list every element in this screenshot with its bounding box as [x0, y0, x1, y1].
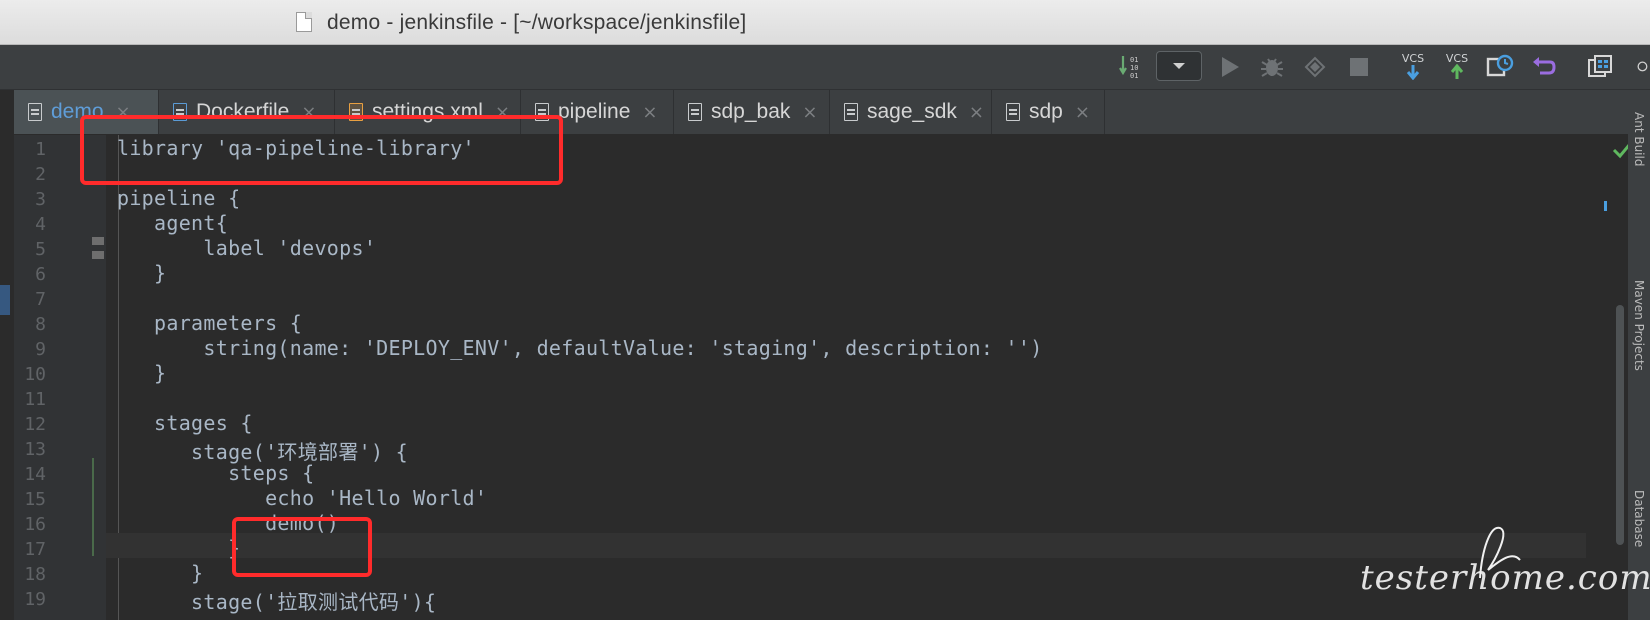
- code-line: }: [117, 361, 167, 385]
- annotation-box-library: [80, 115, 563, 185]
- vcs-commit-button[interactable]: VCS: [1442, 48, 1472, 84]
- run-icon[interactable]: [1217, 54, 1243, 80]
- tab-sdp[interactable]: sdp ×: [992, 90, 1105, 134]
- binary-sort-icon[interactable]: 01 10 01: [1118, 54, 1144, 80]
- vcs-change-bar: [92, 458, 94, 556]
- file-icon: [1006, 103, 1020, 121]
- line-number: 1: [35, 139, 46, 160]
- run-config-dropdown[interactable]: [1156, 51, 1202, 81]
- file-icon: [844, 103, 858, 121]
- line-number: 15: [24, 489, 46, 510]
- revert-icon[interactable]: [1530, 54, 1558, 80]
- vcs-update-button[interactable]: VCS: [1398, 48, 1428, 84]
- arrow-up-icon: [1450, 63, 1464, 79]
- line-number: 10: [24, 364, 46, 385]
- line-number: 4: [35, 214, 46, 235]
- coverage-icon[interactable]: [1301, 54, 1329, 80]
- line-number: 18: [24, 564, 46, 585]
- line-number: 7: [35, 289, 46, 310]
- close-icon[interactable]: ×: [802, 102, 817, 123]
- line-number: 2: [35, 164, 46, 185]
- code-line: }: [117, 261, 167, 285]
- arrow-down-icon: [1406, 64, 1420, 80]
- chevron-down-icon: [1173, 63, 1185, 69]
- line-number: 3: [35, 189, 46, 210]
- project-panel-edge: [0, 285, 10, 315]
- maven-projects-tab[interactable]: Maven Projects: [1632, 280, 1646, 371]
- svg-text:01: 01: [1130, 72, 1138, 80]
- search-icon[interactable]: [1636, 54, 1650, 80]
- code-line: }: [117, 536, 241, 560]
- watermark: testerhome.com: [1360, 558, 1650, 598]
- svg-text:10: 10: [1130, 64, 1138, 72]
- ant-build-tab[interactable]: Ant Build: [1632, 112, 1646, 166]
- tab-label: pipeline: [558, 100, 631, 123]
- debug-icon[interactable]: [1258, 54, 1286, 80]
- code-line: label 'devops': [117, 236, 377, 260]
- close-icon[interactable]: ×: [1075, 102, 1090, 123]
- line-number: 13: [24, 439, 46, 460]
- tab-sdp-bak[interactable]: sdp_bak ×: [674, 90, 830, 134]
- code-line: echo 'Hello World': [117, 486, 488, 510]
- vcs-history-icon[interactable]: [1485, 54, 1515, 80]
- window-title: demo - jenkinsfile - [~/workspace/jenkin…: [327, 11, 747, 34]
- line-number: 6: [35, 264, 46, 285]
- database-tab[interactable]: Database: [1632, 490, 1646, 547]
- change-marker: [92, 251, 104, 259]
- code-line: parameters {: [117, 311, 303, 335]
- stop-icon[interactable]: [1346, 54, 1372, 80]
- line-number: 14: [24, 464, 46, 485]
- annotation-box-demo-call: [232, 517, 372, 577]
- code-line: stages {: [117, 411, 253, 435]
- error-stripe-marker[interactable]: [1604, 201, 1607, 211]
- close-icon[interactable]: ×: [969, 102, 984, 123]
- code-line: }: [117, 561, 204, 585]
- main-toolbar: 01 10 01 VCS VCS: [0, 45, 1650, 90]
- change-marker: [92, 237, 104, 245]
- line-number: 16: [24, 514, 46, 535]
- vcs-update-label: VCS: [1401, 51, 1425, 65]
- tab-label: sdp: [1029, 100, 1063, 123]
- line-number: 12: [24, 414, 46, 435]
- tab-label: sdp_bak: [711, 100, 791, 123]
- editor-scrollbar[interactable]: [1616, 305, 1624, 545]
- tab-label: sage_sdk: [867, 100, 957, 123]
- line-number: 11: [24, 389, 46, 410]
- code-line: pipeline {: [117, 186, 241, 210]
- code-line: string(name: 'DEPLOY_ENV', defaultValue:…: [117, 336, 1043, 360]
- file-icon: [688, 103, 702, 121]
- document-icon: [296, 12, 312, 32]
- close-icon[interactable]: ×: [642, 102, 657, 123]
- svg-text:01: 01: [1130, 56, 1138, 64]
- line-number: 17: [24, 539, 46, 560]
- file-icon: [28, 103, 42, 121]
- line-number: 5: [35, 239, 46, 260]
- code-line: agent{: [117, 211, 229, 235]
- code-line: stage('拉取测试代码'){: [117, 590, 437, 614]
- tab-sage-sdk[interactable]: sage_sdk ×: [830, 90, 992, 134]
- project-structure-icon[interactable]: [1586, 54, 1614, 80]
- window-title-bar: demo - jenkinsfile - [~/workspace/jenkin…: [0, 0, 1650, 45]
- line-number: 19: [24, 589, 46, 610]
- line-number: 8: [35, 314, 46, 335]
- vcs-commit-label: VCS: [1445, 51, 1469, 65]
- code-line: steps {: [117, 461, 315, 485]
- line-number: 9: [35, 339, 46, 360]
